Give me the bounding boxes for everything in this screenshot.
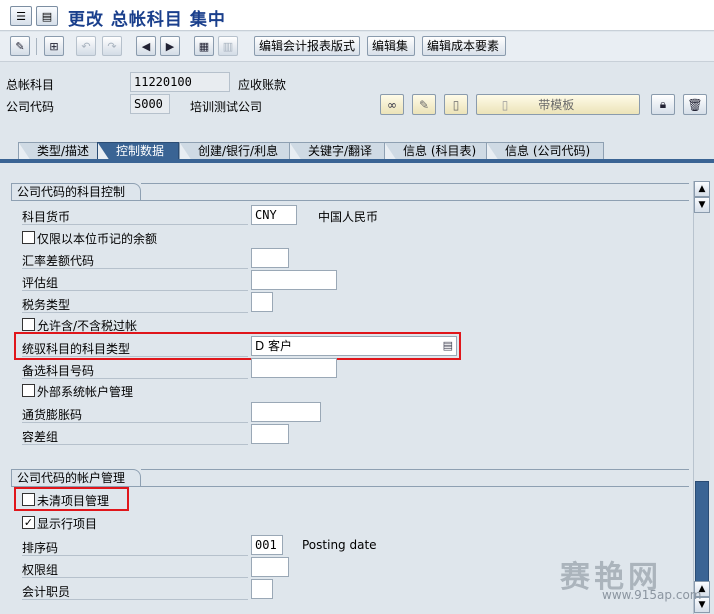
account-currency-label: 科目货币	[22, 210, 71, 224]
display-change-icon[interactable]: ✎	[10, 36, 30, 56]
local-currency-only-label: 仅限以本位币记的余额	[37, 232, 158, 246]
tab-control-data[interactable]: 控制数据	[97, 142, 179, 160]
account-control-group-title: 公司代码的科目控制	[11, 183, 141, 201]
label-underline	[22, 577, 248, 578]
accounting-clerk-input[interactable]	[251, 579, 273, 599]
with-template-label: 带模板	[538, 98, 575, 112]
recon-account-label: 统驭科目的科目类型	[22, 342, 131, 356]
line-items-checkbox[interactable]: ✓	[22, 516, 35, 529]
alt-account-label: 备选科目号码	[22, 364, 95, 378]
edit-report-layout-button[interactable]: 编辑会计报表版式	[254, 36, 360, 56]
next-entry-icon[interactable]: ↷	[102, 36, 122, 56]
menu-icon[interactable]: ☰	[10, 6, 32, 26]
label-underline	[22, 555, 248, 556]
edit-cost-element-button[interactable]: 编辑成本要素	[422, 36, 506, 56]
toolbar-separator	[36, 38, 37, 55]
label-underline	[22, 268, 248, 269]
sort-key-label: 排序码	[22, 541, 59, 555]
label-underline	[22, 378, 248, 379]
edit-set-button[interactable]: 编辑集	[367, 36, 415, 56]
auth-group-input[interactable]	[251, 557, 289, 577]
tolerance-group-input[interactable]	[251, 424, 289, 444]
application-toolbar: ✎ ⊞ ↶ ↷ ◀ ▶ ▦ ▥ 编辑会计报表版式 编辑集 编辑成本要素	[0, 32, 714, 62]
label-underline	[22, 312, 248, 313]
accounting-clerk-label: 会计职员	[22, 585, 71, 599]
group-divider	[141, 469, 689, 470]
valuation-group-input[interactable]	[251, 270, 337, 290]
next-page-icon[interactable]: ▶	[160, 36, 180, 56]
gl-account-field[interactable]: 11220100	[130, 72, 230, 92]
company-code-label: 公司代码	[6, 100, 55, 114]
company-code-field[interactable]: S000	[130, 94, 170, 114]
tab-keyword-translation[interactable]: 关键字/翻译	[289, 142, 387, 160]
label-underline	[22, 444, 248, 445]
label-underline	[22, 224, 248, 225]
sort-key-description: Posting date	[302, 538, 377, 552]
open-item-label: 未清项目管理	[37, 494, 110, 508]
external-mgmt-label: 外部系统帐户管理	[37, 385, 134, 399]
tab-info-company-code[interactable]: 信息 (公司代码)	[486, 142, 604, 160]
watermark-url: www.915ap.com	[602, 588, 702, 602]
tax-category-label: 税务类型	[22, 298, 71, 312]
glasses-icon[interactable]: ∞	[380, 94, 404, 115]
scroll-top-icon[interactable]: ▲	[694, 181, 710, 197]
pencil-icon[interactable]: ✎	[412, 94, 436, 115]
with-template-button[interactable]: ▯ 带模板	[476, 94, 640, 115]
page-title: 更改 总帐科目 集中	[68, 10, 226, 30]
trash-icon[interactable]: 🗑︎	[683, 94, 707, 115]
auth-group-label: 权限组	[22, 563, 59, 577]
label-underline	[22, 599, 248, 600]
valuation-group-label: 评估组	[22, 276, 59, 290]
account-currency-input[interactable]: CNY	[251, 205, 297, 225]
print-icon[interactable]: ▦	[194, 36, 214, 56]
company-code-description: 培训测试公司	[190, 100, 263, 114]
label-underline	[22, 290, 248, 291]
title-bar: ☰ ▤ 更改 总帐科目 集中	[0, 0, 714, 31]
account-currency-description: 中国人民币	[318, 210, 379, 224]
hierarchy-icon[interactable]: ⊞	[44, 36, 64, 56]
line-items-label: 显示行项目	[37, 517, 98, 531]
lock-icon[interactable]: 🔒︎	[651, 94, 675, 115]
recon-account-select[interactable]: D 客户 ▤	[251, 336, 457, 356]
template-doc-icon: ▯	[501, 97, 509, 112]
gl-account-label: 总帐科目	[6, 78, 55, 92]
scroll-down-icon[interactable]: ▼	[694, 197, 710, 213]
exchange-rate-diff-input[interactable]	[251, 248, 289, 268]
customize-icon[interactable]: ▤	[36, 6, 58, 26]
local-currency-only-checkbox[interactable]	[22, 231, 35, 244]
external-mgmt-checkbox[interactable]	[22, 384, 35, 397]
tolerance-group-label: 容差组	[22, 430, 59, 444]
gl-account-description: 应收账款	[238, 78, 287, 92]
previous-page-icon[interactable]: ◀	[136, 36, 156, 56]
recon-account-value: D 客户	[255, 339, 293, 353]
group-divider	[11, 200, 689, 201]
tab-info-chart-of-accounts[interactable]: 信息 (科目表)	[384, 142, 490, 160]
new-document-icon[interactable]: ▯	[444, 94, 468, 115]
previous-entry-icon[interactable]: ↶	[76, 36, 96, 56]
label-underline	[22, 356, 248, 357]
vertical-scrollbar[interactable]: ▲ ▼ ▲ ▼	[693, 181, 710, 614]
open-item-checkbox[interactable]	[22, 493, 35, 506]
posting-without-tax-checkbox[interactable]	[22, 318, 35, 331]
document-icon[interactable]: ▥	[218, 36, 238, 56]
tax-category-input[interactable]	[251, 292, 273, 312]
tab-create-bank-interest[interactable]: 创建/银行/利息	[179, 142, 291, 160]
exchange-rate-diff-label: 汇率差额代码	[22, 254, 95, 268]
sort-key-input[interactable]: 001	[251, 535, 283, 555]
label-underline	[22, 422, 248, 423]
inflation-key-label: 通货膨胀码	[22, 408, 83, 422]
dropdown-list-icon[interactable]: ▤	[443, 337, 453, 355]
inflation-key-input[interactable]	[251, 402, 321, 422]
group-divider	[141, 183, 689, 184]
alt-account-input[interactable]	[251, 358, 337, 378]
tab-type-description[interactable]: 类型/描述	[18, 142, 102, 160]
account-management-group-title: 公司代码的帐户管理	[11, 469, 141, 487]
